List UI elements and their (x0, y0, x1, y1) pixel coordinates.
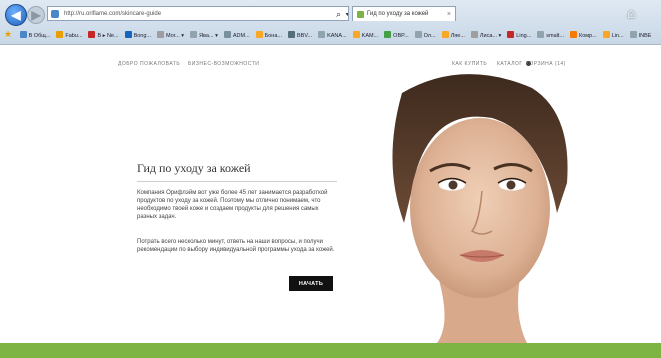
favorite-label: smalt... (546, 33, 565, 39)
favorite-icon (255, 31, 263, 38)
favorite-label: ADM... (232, 33, 250, 39)
favorite-link[interactable]: В Общ... (19, 28, 51, 43)
tab-favicon-icon (357, 11, 364, 18)
favorite-link[interactable]: Mor... ▾ (157, 28, 184, 43)
cta-paragraph: Потрать всего несколько минут, ответь на… (137, 239, 335, 253)
favorite-label: В Общ... (28, 33, 51, 39)
start-button[interactable]: НАЧАТЬ (289, 276, 333, 291)
favorite-label: Бона... (264, 33, 282, 39)
favorite-link[interactable]: OBP... (384, 28, 409, 43)
favorite-icon (56, 31, 64, 38)
favorite-link[interactable]: Lin... (602, 28, 624, 43)
favorite-link[interactable]: В ▸ Ne... (88, 28, 119, 43)
favorite-link[interactable]: Ява... ▾ (190, 28, 218, 43)
favorite-icon (507, 31, 515, 38)
favorite-icon (414, 31, 422, 38)
favorite-icon (288, 31, 295, 38)
favorite-label: BBV... (297, 33, 313, 39)
favorite-label: Ляе... (450, 33, 465, 39)
address-tools[interactable]: ⌕ ▾ ☰ ↻ ✖ (336, 7, 348, 20)
favorite-icon (352, 31, 360, 38)
nav-link-how-to-buy[interactable]: КАК КУПИТЬ (452, 61, 487, 67)
favorite-icon (629, 31, 637, 38)
cart-label: КОРЗИНА (14) (526, 61, 566, 67)
favorite-link[interactable]: Комр... (570, 28, 597, 43)
home-icon[interactable]: ⌂ (627, 5, 635, 21)
nav-link-business[interactable]: БИЗНЕС-ВОЗМОЖНОСТИ (188, 61, 259, 67)
favorite-link[interactable]: Ол... (414, 28, 436, 43)
browser-chrome: ◀ ▶ http://ru.oriflame.com/skincare-guid… (0, 0, 661, 45)
favorite-link[interactable]: Лиса... ▾ (470, 28, 502, 43)
favorite-link[interactable]: ADM... (223, 28, 250, 43)
title-divider (137, 181, 337, 182)
page-title: Гид по уходу за кожей (137, 161, 251, 175)
back-button[interactable]: ◀ (5, 4, 27, 26)
favorite-label: Bong... (133, 33, 152, 39)
model-face-image (392, 74, 568, 343)
favorite-label: Ling... (516, 33, 532, 39)
favorite-link[interactable]: BBV... (288, 28, 312, 43)
forward-arrow-icon: ▶ (31, 8, 41, 22)
address-text: http://ru.oriflame.com/skincare-guide (64, 11, 162, 17)
favorite-link[interactable]: Bong... (124, 28, 152, 43)
favorite-label: Ява... ▾ (199, 33, 218, 39)
favorites-bar: ★ В Общ... Fabu... В ▸ Ne... Bong... Mor... … (0, 26, 661, 43)
favorite-link[interactable]: Ляе... (441, 28, 465, 43)
favorite-icon (19, 31, 27, 38)
favorite-icon (441, 31, 449, 38)
tab-title: Гид по уходу за кожей (367, 11, 429, 17)
favorite-label: OBP... (393, 33, 409, 39)
site-nav: ДОБРО ПОЖАЛОВАТЬ БИЗНЕС-ВОЗМОЖНОСТИ КАК … (0, 61, 661, 71)
favorite-icon (88, 31, 96, 38)
favorite-label: В ▸ Ne... (97, 33, 119, 39)
favorite-link[interactable]: Fabu... (56, 28, 82, 43)
favorite-link[interactable]: KAM... (352, 28, 379, 43)
favorite-label: KANA... (327, 33, 347, 39)
hero-section: Гид по уходу за кожей Компания Орифлэйм … (0, 73, 661, 343)
favorite-label: INBE (638, 33, 652, 39)
favorite-link[interactable]: KANA... (318, 28, 347, 43)
favorite-icon (318, 31, 326, 38)
favorite-label: KAM... (361, 33, 379, 39)
nav-link-catalog[interactable]: КАТАЛОГ (497, 61, 523, 67)
favorite-icon (537, 31, 545, 38)
favorite-icon (602, 31, 610, 38)
favorite-icon (157, 31, 165, 38)
address-bar[interactable]: http://ru.oriflame.com/skincare-guide ⌕ … (47, 6, 349, 21)
browser-tab[interactable]: Гид по уходу за кожей × (352, 6, 456, 21)
favorite-label: Комр... (579, 33, 597, 39)
favorites-star-icon[interactable]: ★ (4, 29, 12, 39)
intro-paragraph: Компания Орифлэйм вот уже более 45 лет з… (137, 190, 328, 220)
nav-link-welcome[interactable]: ДОБРО ПОЖАЛОВАТЬ (118, 61, 180, 67)
favorite-label: Lin... (611, 33, 624, 39)
favorite-label: Лиса... ▾ (479, 33, 502, 39)
tab-close-icon[interactable]: × (447, 7, 451, 21)
favorite-icon (124, 31, 132, 38)
back-arrow-icon: ◀ (11, 8, 21, 22)
favorite-link[interactable]: Бона... (255, 28, 282, 43)
favorite-label: Fabu... (65, 33, 83, 39)
favorite-label: Ол... (423, 33, 436, 39)
favorite-icon (470, 31, 478, 38)
favorite-icon (223, 31, 231, 38)
favorite-label: Mor... ▾ (166, 33, 185, 39)
favorite-icon (190, 31, 198, 38)
forward-button[interactable]: ▶ (27, 6, 45, 24)
favorite-link[interactable]: INBE (629, 28, 652, 43)
favorite-icon (384, 31, 392, 38)
footer-green-band (0, 343, 661, 358)
favorite-link[interactable]: Ling... (507, 28, 531, 43)
favorite-icon (570, 31, 578, 38)
page-icon (51, 10, 59, 18)
favorite-link[interactable]: smalt... (537, 28, 564, 43)
